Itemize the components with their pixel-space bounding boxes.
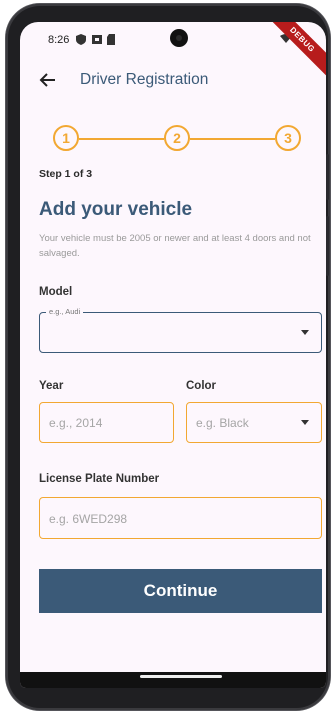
color-dropdown[interactable]: e.g. Black [186,402,322,443]
notification-icon [92,35,102,44]
step-2-indicator: 2 [164,125,190,151]
step-1-indicator: 1 [53,125,79,151]
step-3-indicator: 3 [275,125,301,151]
volume-button [326,154,329,200]
year-input[interactable]: e.g., 2014 [39,402,174,443]
power-button [326,216,329,276]
color-label: Color [186,380,217,392]
color-placeholder: e.g. Black [196,416,249,430]
shield-icon [76,34,86,45]
model-floating-hint: e.g., Audi [46,307,84,316]
status-time: 8:26 [48,34,70,46]
model-dropdown[interactable]: e.g., Audi [39,307,322,353]
back-arrow-icon[interactable] [38,70,58,90]
license-plate-placeholder: e.g. 6WED298 [49,512,128,526]
model-label: Model [39,286,73,298]
app-bar: Driver Registration [20,62,326,98]
year-placeholder: e.g., 2014 [49,416,103,430]
chevron-down-icon [301,420,309,425]
step-counter: Step 1 of 3 [39,168,93,180]
step-connector [190,138,275,140]
front-camera [170,29,188,47]
status-bar: 8:26 DEBUG [20,22,326,82]
step-connector [79,138,164,140]
progress-stepper: 1 2 3 [20,122,326,158]
license-plate-label: License Plate Number [39,473,160,485]
page-title: Driver Registration [80,71,209,88]
vehicle-requirements-text: Your vehicle must be 2005 or newer and a… [39,233,311,259]
chevron-down-icon [301,330,309,335]
home-indicator[interactable] [140,675,222,678]
continue-button[interactable]: Continue [39,569,322,613]
license-plate-input[interactable]: e.g. 6WED298 [39,497,322,539]
sim-card-icon [107,34,115,45]
app-screen: 8:26 DEBUG Driver Registration 1 2 3 Ste… [20,22,326,688]
section-heading: Add your vehicle [39,199,193,220]
phone-frame: 8:26 DEBUG Driver Registration 1 2 3 Ste… [6,4,330,710]
year-label: Year [39,380,64,392]
